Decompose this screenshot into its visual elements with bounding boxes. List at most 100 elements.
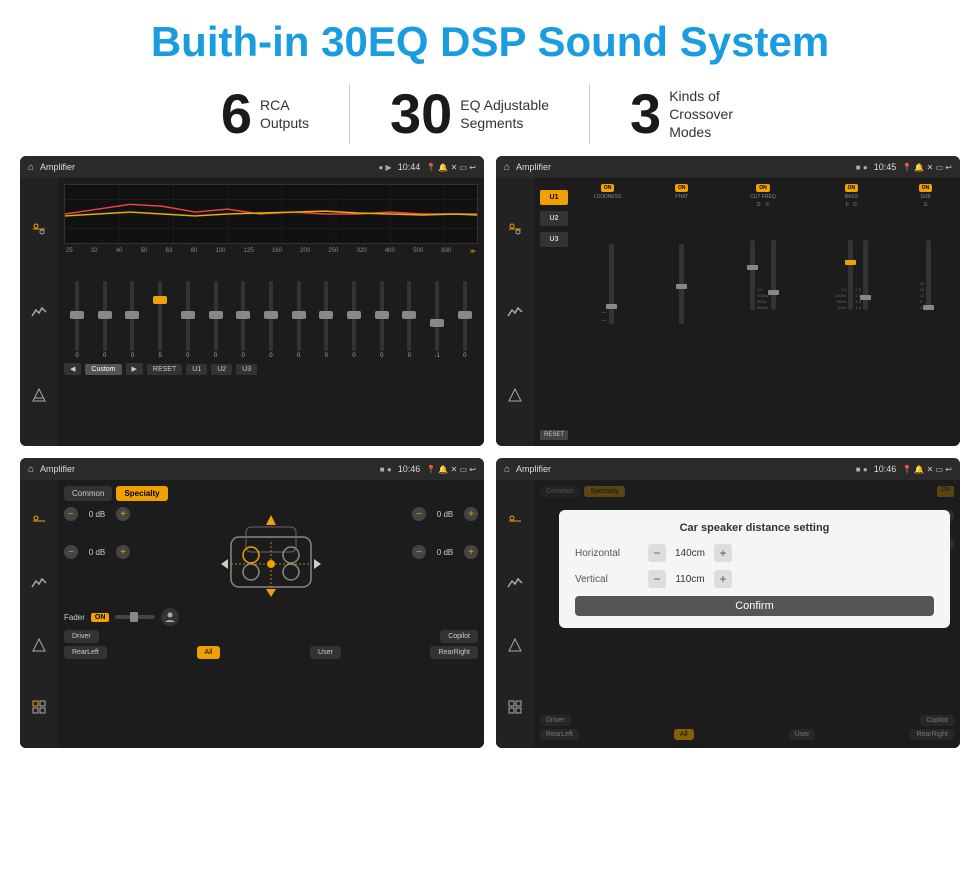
common-tab[interactable]: Common: [64, 486, 112, 501]
specialty-tab[interactable]: Specialty: [116, 486, 167, 501]
eq-u3-btn[interactable]: U3: [236, 364, 257, 375]
vertical-minus-btn[interactable]: −: [648, 570, 666, 588]
fader-profile-icon[interactable]: [161, 608, 179, 626]
rearleft-btn[interactable]: RearLeft: [64, 646, 107, 659]
fader-icon-1[interactable]: [27, 509, 51, 533]
fader-icon-2[interactable]: [27, 571, 51, 595]
fader-db-row-3: − 0 dB +: [412, 507, 478, 521]
xo-u3-btn[interactable]: U3: [540, 232, 568, 247]
horizontal-minus-btn[interactable]: −: [648, 544, 666, 562]
fader-db-val-3: 0 dB: [430, 510, 460, 519]
fader-content: − 0 dB + − 0 dB +: [64, 507, 478, 602]
eq-slider-13[interactable]: 0: [400, 281, 418, 359]
horizontal-plus-btn[interactable]: +: [714, 544, 732, 562]
stat-number-crossover: 3: [630, 86, 661, 142]
xo-icon-3[interactable]: [503, 383, 527, 407]
eq-topbar: ⌂ Amplifier ● ▶ 10:44 📍 🔔 ✕ ▭ ↩: [20, 156, 484, 178]
eq-title: Amplifier: [40, 162, 372, 172]
eq-slider-3[interactable]: 0: [123, 281, 141, 359]
eq-u2-btn[interactable]: U2: [211, 364, 232, 375]
fader-on-badge: ON: [91, 613, 110, 622]
xo-channels: ON LOUDNESS — — ON PHAT: [572, 184, 954, 440]
copilot-btn[interactable]: Copilot: [440, 630, 478, 643]
fader-minus-4[interactable]: −: [412, 545, 426, 559]
dist-icon-3[interactable]: [503, 633, 527, 657]
stat-text-rca: RCA Outputs: [260, 96, 309, 132]
xo-status-dots: ■ ●: [856, 163, 868, 172]
user-btn[interactable]: User: [310, 646, 341, 659]
eq-time: 10:44: [398, 162, 421, 172]
fader-minus-3[interactable]: −: [412, 507, 426, 521]
dist-icon-2[interactable]: [503, 571, 527, 595]
eq-slider-6[interactable]: 0: [207, 281, 225, 359]
xo-topbar: ⌂ Amplifier ■ ● 10:45 📍 🔔 ✕ ▭ ↩: [496, 156, 960, 178]
xo-u2-btn[interactable]: U2: [540, 211, 568, 226]
dist-icon-4[interactable]: [503, 695, 527, 719]
fader-thumb[interactable]: [130, 612, 138, 622]
dist-icon-1[interactable]: [503, 509, 527, 533]
eq-screen: ⌂ Amplifier ● ▶ 10:44 📍 🔔 ✕ ▭ ↩: [20, 156, 484, 446]
fader-plus-2[interactable]: +: [116, 545, 130, 559]
eq-slider-4[interactable]: 5: [151, 281, 169, 359]
eq-icon-3[interactable]: [27, 383, 51, 407]
eq-reset-btn[interactable]: RESET: [147, 364, 182, 375]
dist-home-icon[interactable]: ⌂: [504, 464, 510, 475]
fader-left-panel: − 0 dB + − 0 dB +: [64, 507, 130, 602]
car-svg: [216, 507, 326, 602]
fader-db-row-2: − 0 dB +: [64, 545, 130, 559]
xo-icon-1[interactable]: [503, 217, 527, 241]
eq-slider-2[interactable]: 0: [96, 281, 114, 359]
fader-plus-3[interactable]: +: [464, 507, 478, 521]
fader-bottom-btns-2: RearLeft All User RearRight: [64, 646, 478, 659]
eq-next-btn[interactable]: ▶: [126, 363, 143, 375]
stat-number-eq: 30: [390, 86, 452, 142]
xo-home-icon[interactable]: ⌂: [504, 162, 510, 173]
eq-slider-8[interactable]: 0: [262, 281, 280, 359]
home-icon[interactable]: ⌂: [28, 162, 34, 173]
eq-u1-btn[interactable]: U1: [186, 364, 207, 375]
dist-sidebar: [496, 480, 534, 748]
xo-title: Amplifier: [516, 162, 850, 172]
sub-label: SUB: [920, 194, 930, 200]
eq-slider-14[interactable]: -1: [428, 281, 446, 359]
eq-slider-12[interactable]: 0: [373, 281, 391, 359]
vertical-plus-btn[interactable]: +: [714, 570, 732, 588]
eq-slider-9[interactable]: 0: [290, 281, 308, 359]
fader-minus-1[interactable]: −: [64, 507, 78, 521]
fader-minus-2[interactable]: −: [64, 545, 78, 559]
eq-chart: [64, 184, 478, 244]
fader-icon-3[interactable]: [27, 633, 51, 657]
eq-slider-15[interactable]: 0: [456, 281, 474, 359]
fader-home-icon[interactable]: ⌂: [28, 464, 34, 475]
xo-reset-btn[interactable]: RESET: [540, 430, 568, 440]
fader-label: Fader: [64, 613, 85, 622]
fader-track[interactable]: [115, 615, 155, 619]
fader-plus-1[interactable]: +: [116, 507, 130, 521]
driver-btn[interactable]: Driver: [64, 630, 99, 643]
dist-main: Common Specialty ON Car speaker distance…: [534, 480, 960, 748]
fader-db-row-1: − 0 dB +: [64, 507, 130, 521]
eq-icon-2[interactable]: [27, 300, 51, 324]
loudness-label: LOUDNESS: [594, 194, 622, 200]
dist-body: Common Specialty ON Car speaker distance…: [496, 480, 960, 748]
xo-unit-btns: U1 U2 U3 RESET: [540, 184, 568, 440]
eq-slider-10[interactable]: 0: [317, 281, 335, 359]
xo-icon-2[interactable]: [503, 300, 527, 324]
fader-icon-4[interactable]: [27, 695, 51, 719]
eq-prev-btn[interactable]: ◀: [64, 363, 81, 375]
confirm-button[interactable]: Confirm: [575, 596, 934, 616]
xo-u1-btn[interactable]: U1: [540, 190, 568, 205]
xo-ch-cutfreq: ON CUT FREQ G F 3.0100Hz90Hz80kHz: [720, 184, 805, 440]
xo-sidebar: [496, 178, 534, 446]
all-btn[interactable]: All: [197, 646, 221, 659]
eq-slider-5[interactable]: 0: [179, 281, 197, 359]
fader-body: Common Specialty − 0 dB + − 0 dB: [20, 480, 484, 748]
dist-bg: Common Specialty ON: [540, 486, 954, 497]
eq-slider-1[interactable]: 0: [68, 281, 86, 359]
rearright-btn[interactable]: RearRight: [430, 646, 478, 659]
horizontal-label: Horizontal: [575, 548, 640, 559]
eq-slider-11[interactable]: 0: [345, 281, 363, 359]
eq-icon-1[interactable]: [27, 217, 51, 241]
eq-slider-7[interactable]: 0: [234, 281, 252, 359]
fader-plus-4[interactable]: +: [464, 545, 478, 559]
